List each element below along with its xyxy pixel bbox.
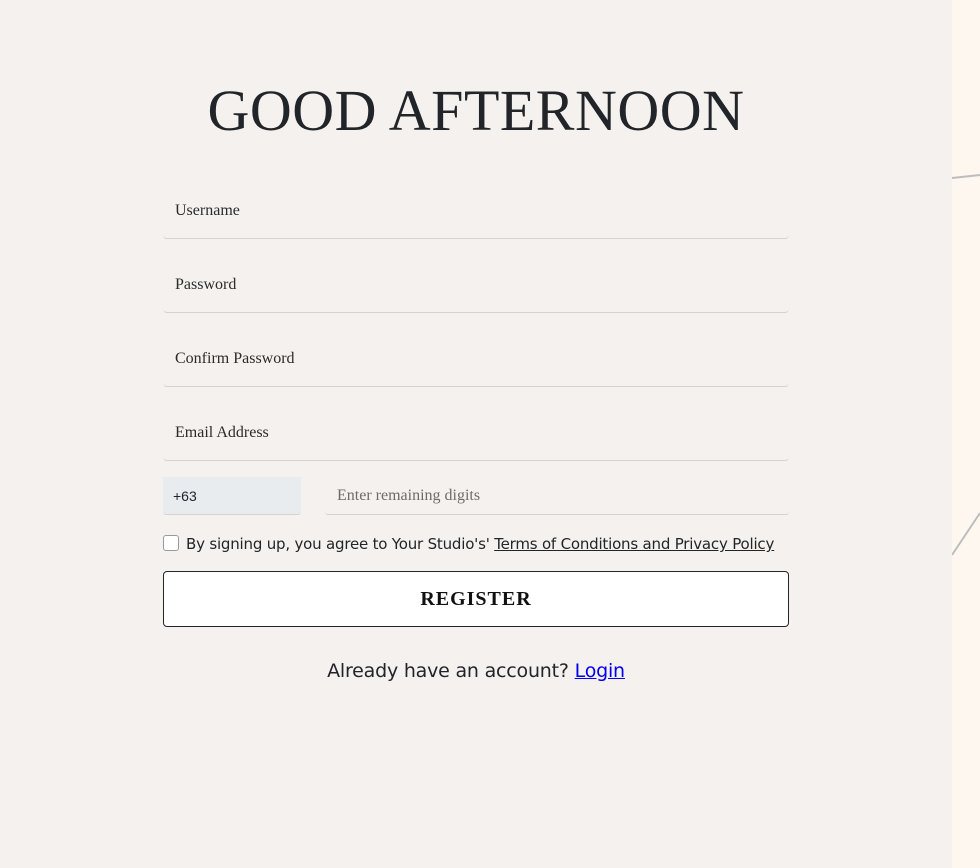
phone-field[interactable]: [325, 477, 789, 515]
decorative-lines: [952, 174, 980, 556]
login-prompt: Already have an account? Login: [163, 658, 789, 684]
email-field[interactable]: [163, 405, 789, 461]
terms-label: By signing up, you agree to Your Studio'…: [186, 533, 774, 555]
decorative-side-panel: [952, 0, 980, 868]
terms-prefix: By signing up, you agree to Your Studio'…: [186, 535, 495, 553]
page-title: GOOD AFTERNOON: [207, 78, 745, 143]
terms-row: By signing up, you agree to Your Studio'…: [163, 533, 789, 555]
login-prompt-text: Already have an account?: [327, 660, 575, 682]
password-field[interactable]: [163, 257, 789, 313]
terms-link[interactable]: Terms of Conditions and Privacy Policy: [494, 535, 774, 553]
country-code-field: +63: [163, 477, 301, 515]
register-button[interactable]: REGISTER: [163, 571, 789, 627]
confirm-password-field[interactable]: [163, 331, 789, 387]
terms-checkbox[interactable]: [163, 535, 179, 551]
login-link[interactable]: Login: [575, 660, 625, 682]
username-field[interactable]: [163, 183, 789, 239]
